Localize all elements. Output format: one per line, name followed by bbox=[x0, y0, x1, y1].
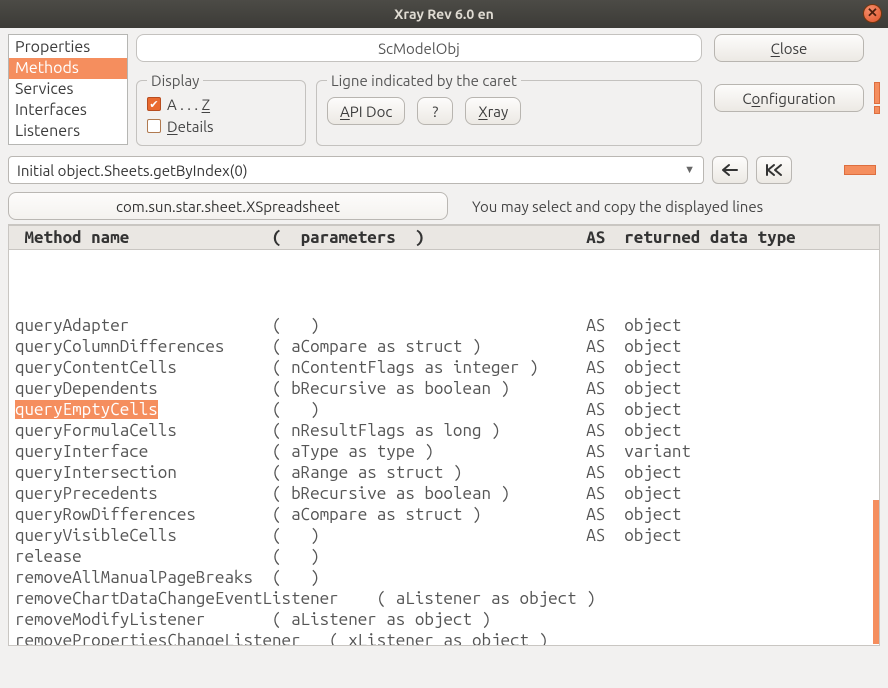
configuration-button[interactable]: Configuration bbox=[714, 84, 864, 112]
xray-button[interactable]: Xray bbox=[465, 97, 521, 125]
object-name-display: ScModelObj bbox=[136, 34, 702, 62]
api-doc-button[interactable]: API Doc bbox=[327, 97, 405, 125]
history-first-button[interactable] bbox=[756, 156, 792, 184]
object-path-dropdown[interactable]: Initial object.Sheets.getByIndex(0) ▼ bbox=[8, 156, 704, 184]
table-row[interactable]: queryInterface ( aType as type ) AS vari… bbox=[15, 441, 879, 462]
indicator-icon bbox=[874, 82, 880, 104]
category-tabs[interactable]: PropertiesMethodsServicesInterfacesListe… bbox=[8, 34, 128, 145]
window-titlebar: Xray Rev 6.0 en ✕ bbox=[0, 0, 888, 28]
table-row[interactable]: queryIntersection ( aRange as struct ) A… bbox=[15, 462, 879, 483]
table-row[interactable]: removePropertiesChangeListener ( xListen… bbox=[15, 630, 879, 645]
check-icon: ✔ bbox=[147, 97, 161, 111]
interface-display[interactable]: com.sun.star.sheet.XSpreadsheet bbox=[8, 192, 448, 220]
object-path-value: Initial object.Sheets.getByIndex(0) bbox=[17, 162, 248, 179]
table-row[interactable]: queryContentCells ( nContentFlags as int… bbox=[15, 357, 879, 378]
table-row[interactable]: removeChartDataChangeEventListener ( aLi… bbox=[15, 588, 879, 609]
display-options-group: Display ✔ A . . . Z Details bbox=[136, 72, 306, 146]
caret-legend: Ligne indicated by the caret bbox=[327, 72, 521, 89]
table-row[interactable]: release ( ) bbox=[15, 546, 879, 567]
sort-az-checkbox[interactable]: ✔ A . . . Z bbox=[147, 93, 295, 115]
copy-hint-text: You may select and copy the displayed li… bbox=[472, 198, 763, 215]
tab-interfaces[interactable]: Interfaces bbox=[9, 100, 127, 121]
table-row[interactable]: queryRowDifferences ( aCompare as struct… bbox=[15, 504, 879, 525]
history-back-button[interactable] bbox=[712, 156, 748, 184]
indicator-icon bbox=[874, 106, 880, 114]
table-row[interactable]: queryAdapter ( ) AS object bbox=[15, 315, 879, 336]
table-row[interactable]: queryFormulaCells ( nResultFlags as long… bbox=[15, 420, 879, 441]
caret-line-group: Ligne indicated by the caret API Doc ? X… bbox=[316, 72, 702, 146]
table-row[interactable]: queryPrecedents ( bRecursive as boolean … bbox=[15, 483, 879, 504]
grid-body[interactable]: queryAdapter ( ) AS objectqueryColumnDif… bbox=[9, 250, 879, 645]
table-row[interactable]: removeAllManualPageBreaks ( ) bbox=[15, 567, 879, 588]
table-row[interactable]: queryDependents ( bRecursive as boolean … bbox=[15, 378, 879, 399]
table-row[interactable]: queryColumnDifferences ( aCompare as str… bbox=[15, 336, 879, 357]
details-checkbox[interactable]: Details bbox=[147, 115, 295, 137]
grid-header: Method name ( parameters ) AS returned d… bbox=[9, 225, 879, 250]
table-row[interactable]: queryVisibleCells ( ) AS object bbox=[15, 525, 879, 546]
close-button[interactable]: Close bbox=[714, 34, 864, 62]
display-legend: Display bbox=[147, 72, 203, 89]
tab-services[interactable]: Services bbox=[9, 79, 127, 100]
table-row[interactable]: queryEmptyCells ( ) AS object bbox=[15, 399, 879, 420]
chevron-down-icon: ▼ bbox=[684, 164, 695, 176]
help-button[interactable]: ? bbox=[417, 97, 453, 125]
window-title: Xray Rev 6.0 en bbox=[394, 6, 494, 22]
check-icon bbox=[147, 119, 161, 133]
indicator-icon bbox=[844, 165, 876, 175]
table-row[interactable]: removeModifyListener ( aListener as obje… bbox=[15, 609, 879, 630]
window-close-icon[interactable]: ✕ bbox=[863, 4, 882, 23]
tab-methods[interactable]: Methods bbox=[9, 58, 127, 79]
scroll-indicator[interactable] bbox=[873, 500, 879, 644]
methods-grid: Method name ( parameters ) AS returned d… bbox=[8, 224, 880, 646]
tab-listeners[interactable]: Listeners bbox=[9, 121, 127, 142]
tab-properties[interactable]: Properties bbox=[9, 37, 127, 58]
